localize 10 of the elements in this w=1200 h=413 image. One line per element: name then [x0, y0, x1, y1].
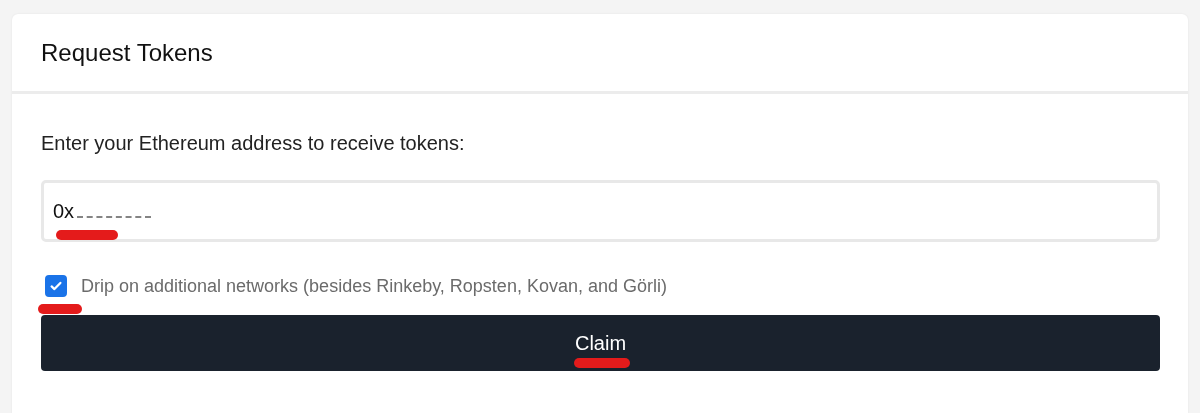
address-field[interactable]: 0x	[41, 180, 1160, 242]
check-icon	[49, 279, 63, 293]
checkbox-label: Drip on additional networks (besides Rinkeby, Ropsten, Kovan, and Görli)	[81, 275, 667, 297]
highlight-stroke	[574, 358, 630, 368]
highlight-stroke	[56, 230, 118, 240]
address-label: Enter your Ethereum address to receive tokens:	[41, 131, 466, 156]
claim-button[interactable]: Claim	[41, 315, 1160, 371]
checkbox[interactable]	[45, 275, 67, 297]
card-title: Request Tokens	[41, 38, 213, 67]
highlight-stroke	[38, 304, 82, 314]
